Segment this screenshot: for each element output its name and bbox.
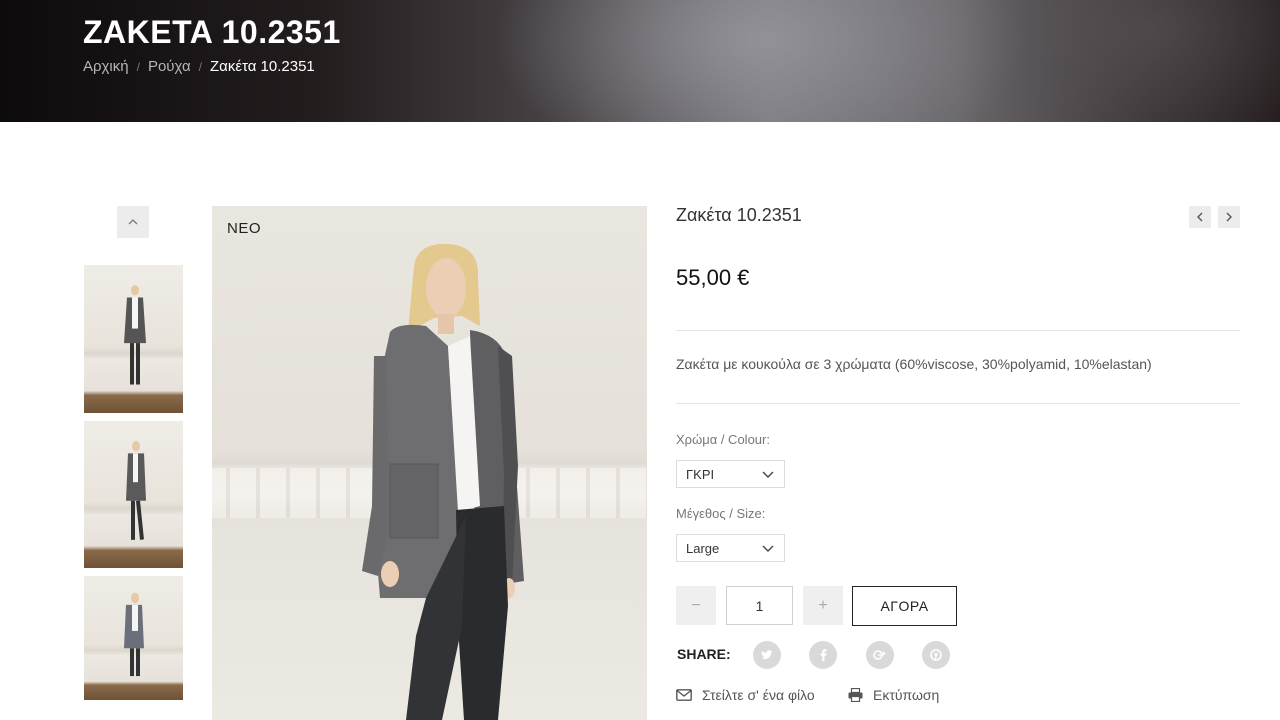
main-product-image[interactable]: [212, 206, 647, 720]
thumbnails-up-button[interactable]: [117, 206, 149, 238]
model-figure: [124, 592, 144, 676]
chevron-up-icon: [128, 219, 138, 225]
product-name: Ζακέτα 10.2351: [676, 205, 802, 225]
share-google-plus-button[interactable]: [866, 641, 894, 669]
pinterest-icon: [930, 649, 942, 661]
product-description: Ζακέτα με κουκούλα σε 3 χρώματα (60%visc…: [676, 356, 1152, 372]
divider: [676, 403, 1240, 404]
chevron-left-icon: [1197, 212, 1203, 222]
model-illustration: [362, 243, 524, 720]
send-to-friend-link[interactable]: Στείλτε σ' ένα φίλο: [676, 687, 815, 703]
print-link[interactable]: Εκτύπωση: [848, 687, 939, 703]
chevron-down-icon: [762, 545, 774, 552]
size-select[interactable]: Large: [676, 534, 785, 562]
previous-product-button[interactable]: [1189, 206, 1211, 228]
breadcrumb-current: Ζακέτα 10.2351: [209, 58, 315, 75]
colour-label: Χρώμα / Colour:: [676, 432, 770, 447]
thumbnail-1[interactable]: [84, 265, 183, 413]
new-badge: ΝΕΟ: [227, 220, 262, 237]
product-price: 55,00 €: [676, 265, 750, 290]
printer-icon: [848, 688, 863, 702]
page-title: ZAKETA 10.2351: [83, 14, 341, 50]
send-to-friend-label: Στείλτε σ' ένα φίλο: [702, 687, 815, 703]
breadcrumb-clothes[interactable]: Ρούχα: [148, 58, 191, 76]
share-pinterest-button[interactable]: [922, 641, 950, 669]
size-select-value: Large: [686, 540, 720, 556]
share-facebook-button[interactable]: [809, 641, 837, 669]
twitter-icon: [761, 650, 773, 659]
share-twitter-button[interactable]: [753, 641, 781, 669]
quantity-decrease-button[interactable]: −: [676, 586, 716, 625]
quantity-increase-button[interactable]: +: [803, 586, 843, 625]
breadcrumb-separator: /: [136, 60, 140, 74]
colour-select[interactable]: ΓΚΡΙ: [676, 460, 785, 488]
model-figure: [124, 284, 146, 385]
chevron-right-icon: [1226, 212, 1232, 222]
breadcrumb-separator: /: [198, 60, 202, 74]
model-figure: [126, 440, 146, 540]
share-label: SHARE:: [677, 646, 731, 662]
breadcrumb-home[interactable]: Αρχική: [83, 58, 129, 76]
buy-button[interactable]: ΑΓΟΡΑ: [852, 586, 957, 626]
chevron-down-icon: [762, 471, 774, 478]
quantity-input[interactable]: [726, 586, 793, 625]
colour-select-value: ΓΚΡΙ: [686, 466, 715, 482]
envelope-icon: [676, 689, 692, 701]
size-label: Μέγεθος / Size:: [676, 506, 766, 521]
thumbnail-3[interactable]: [84, 576, 183, 700]
next-product-button[interactable]: [1218, 206, 1240, 228]
facebook-icon: [820, 649, 827, 661]
thumbnail-2[interactable]: [84, 421, 183, 568]
breadcrumb: Αρχική / Ρούχα / Ζακέτα 10.2351: [83, 58, 315, 76]
divider: [676, 330, 1240, 331]
print-label: Εκτύπωση: [873, 687, 940, 703]
google-plus-icon: [873, 650, 886, 660]
